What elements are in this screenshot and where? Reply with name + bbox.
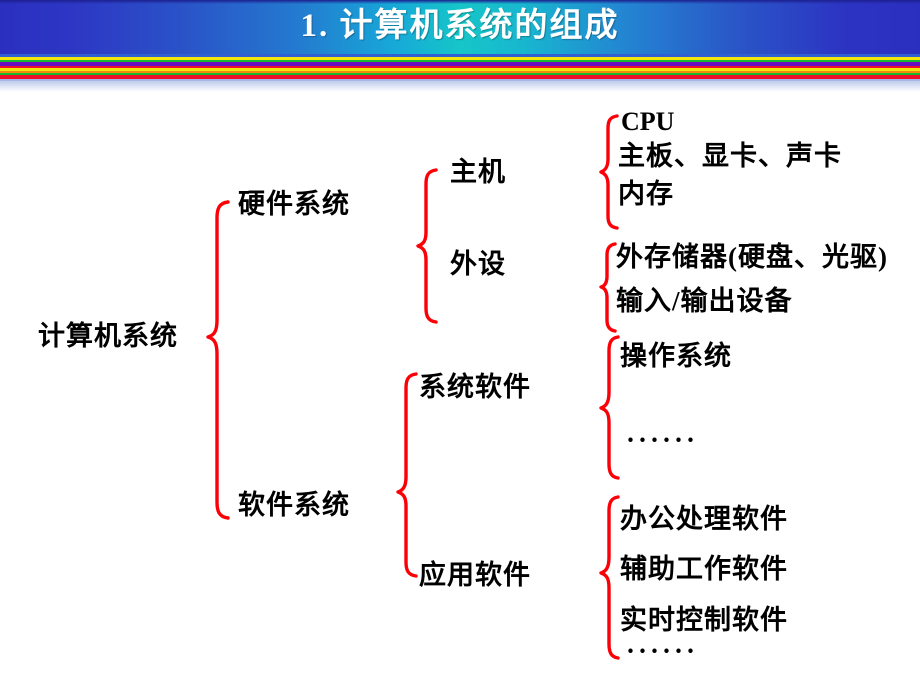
leaf-auxiliary-work-software: 辅助工作软件 xyxy=(620,554,788,584)
computer-system-tree-diagram: 计算机系统 硬件系统 软件系统 主机 外设 系统软件 应用软件 CPU 主板、显… xyxy=(0,92,920,690)
leaf-realtime-control-software: 实时控制软件 xyxy=(620,605,788,635)
slide-header-banner: 1. 计算机系统的组成 xyxy=(0,0,920,54)
node-application-software: 应用软件 xyxy=(419,560,531,590)
node-software-system: 软件系统 xyxy=(238,490,350,520)
brace-hardware xyxy=(416,168,438,324)
brace-peripheral xyxy=(599,242,617,333)
leaf-application-software-ellipsis: ······ xyxy=(626,636,699,666)
leaf-io-devices: 输入/输出设备 xyxy=(616,286,793,316)
brace-system-software xyxy=(599,335,620,480)
leaf-operating-system: 操作系统 xyxy=(620,341,732,371)
node-hardware-system: 硬件系统 xyxy=(238,189,350,219)
leaf-office-software: 办公处理软件 xyxy=(620,504,788,534)
leaf-external-storage: 外存储器(硬盘、光驱) xyxy=(616,242,888,272)
node-peripheral: 外设 xyxy=(450,249,506,279)
leaf-cpu: CPU xyxy=(621,107,675,136)
node-computer-system: 计算机系统 xyxy=(38,321,178,351)
leaf-motherboard-graphics-sound: 主板、显卡、声卡 xyxy=(618,141,842,171)
brace-application-software xyxy=(599,495,620,660)
leaf-memory: 内存 xyxy=(618,179,674,209)
node-system-software: 系统软件 xyxy=(419,372,531,402)
rainbow-divider xyxy=(0,54,920,79)
brace-root xyxy=(206,200,230,520)
leaf-system-software-ellipsis: ······ xyxy=(626,425,699,455)
page-title: 1. 计算机系统的组成 xyxy=(300,8,620,44)
header-fade-separator xyxy=(0,79,920,92)
node-host: 主机 xyxy=(450,157,506,187)
brace-software xyxy=(396,372,418,578)
brace-host xyxy=(599,114,619,230)
